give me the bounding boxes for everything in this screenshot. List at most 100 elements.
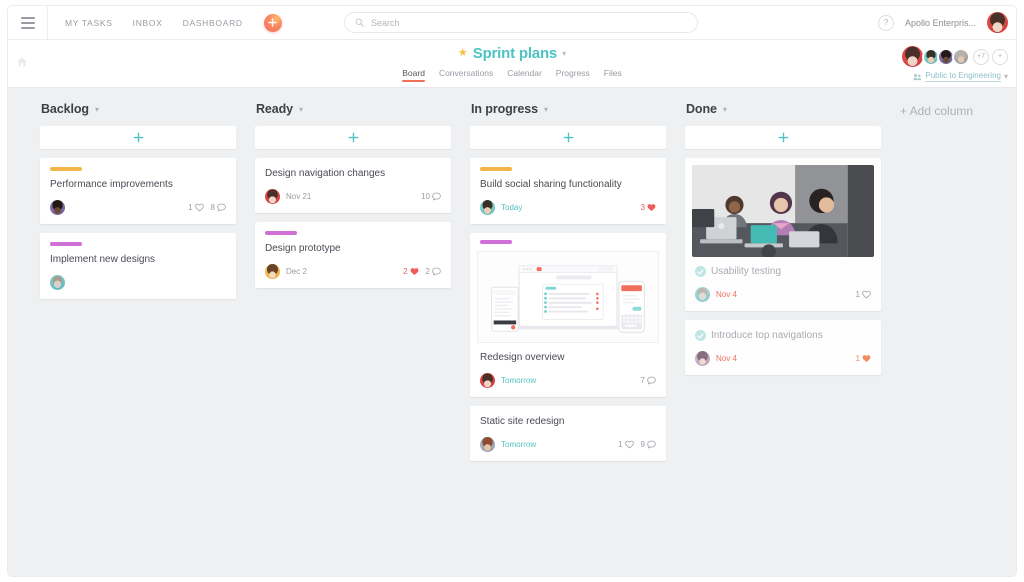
team-photo-thumbnail	[692, 165, 874, 257]
tab-files[interactable]: Files	[604, 68, 622, 82]
current-user-avatar[interactable]	[987, 12, 1008, 33]
search-box[interactable]	[344, 12, 698, 33]
card-footer	[50, 275, 226, 290]
card-title: Implement new designs	[50, 253, 226, 266]
card-assignee-group: Today	[480, 200, 522, 215]
column-header[interactable]: Done ▾	[685, 102, 881, 116]
card-metric[interactable]: 3	[641, 203, 656, 212]
column-header[interactable]: Ready ▾	[255, 102, 451, 116]
tab-calendar[interactable]: Calendar	[507, 68, 542, 82]
card-label-bar	[50, 167, 82, 171]
member-overflow-count[interactable]: +7	[973, 48, 989, 65]
project-privacy-setting[interactable]: Public to Engineering ▾	[913, 71, 1008, 82]
people-icon	[913, 73, 922, 80]
chevron-down-icon[interactable]: ▾	[544, 105, 548, 114]
column-header[interactable]: In progress ▾	[470, 102, 666, 116]
metric-count: 1	[188, 203, 193, 212]
task-card[interactable]: Performance improvements 1 8	[40, 158, 236, 224]
task-card[interactable]: Build social sharing functionality Today 3	[470, 158, 666, 224]
card-metric[interactable]: 9	[641, 440, 656, 449]
card-title: Performance improvements	[50, 178, 226, 191]
card-metric[interactable]: 1	[856, 354, 871, 363]
nav-my-tasks[interactable]: MY TASKS	[65, 18, 113, 28]
add-card-button[interactable]	[40, 126, 236, 149]
card-metric[interactable]: 1	[856, 290, 871, 299]
card-title-text: Usability testing	[711, 266, 782, 277]
task-card[interactable]: Design prototype Dec 2 22	[255, 222, 451, 288]
tab-board[interactable]: Board	[402, 68, 425, 82]
heart-outline-icon	[194, 203, 204, 212]
card-metric[interactable]: 8	[211, 203, 226, 212]
due-date[interactable]: Nov 21	[286, 192, 311, 201]
assignee-avatar[interactable]	[50, 200, 65, 215]
column-title: Done	[686, 102, 717, 116]
plus-icon	[268, 18, 277, 27]
card-title-text: Implement new designs	[50, 254, 156, 265]
task-card[interactable]: Static site redesign Tomorrow 1 9	[470, 406, 666, 461]
card-metric[interactable]: 1	[618, 440, 634, 449]
heart-outline-icon	[862, 290, 871, 299]
task-card[interactable]: Introduce top navigations Nov 4 1	[685, 320, 881, 375]
search-input[interactable]	[371, 17, 687, 28]
kanban-board: Backlog ▾ Performance improvements 1 8 Implem…	[8, 88, 1016, 576]
assignee-avatar[interactable]	[265, 189, 280, 204]
card-metrics: 1	[856, 290, 871, 299]
card-metric[interactable]: 10	[421, 192, 441, 201]
help-button[interactable]: ?	[877, 14, 894, 31]
card-metrics: 18	[188, 203, 226, 212]
tab-conversations[interactable]: Conversations	[439, 68, 493, 82]
plus-icon	[348, 132, 358, 143]
card-metric[interactable]: 2	[403, 267, 418, 276]
tab-progress[interactable]: Progress	[556, 68, 590, 82]
task-card[interactable]: Design navigation changes Nov 21 10	[255, 158, 451, 213]
assignee-avatar[interactable]	[50, 275, 65, 290]
column-header[interactable]: Backlog ▾	[40, 102, 236, 116]
chevron-down-icon[interactable]: ▾	[723, 105, 727, 114]
add-member-button[interactable]: +	[992, 48, 1008, 65]
due-date[interactable]: Tomorrow	[501, 376, 536, 385]
quick-add-button[interactable]	[263, 13, 282, 32]
due-date[interactable]: Tomorrow	[501, 440, 536, 449]
member-avatar[interactable]	[952, 47, 970, 66]
nav-inbox[interactable]: INBOX	[133, 18, 163, 28]
star-icon[interactable]: ★	[458, 48, 468, 59]
task-card[interactable]: Implement new designs	[40, 233, 236, 299]
task-card[interactable]: Redesign overview Tomorrow 7	[470, 233, 666, 397]
assignee-avatar[interactable]	[695, 287, 710, 302]
metric-count: 7	[640, 376, 645, 385]
nav-dashboard[interactable]: DASHBOARD	[183, 18, 243, 28]
task-card[interactable]: Usability testing Nov 4 1	[685, 158, 881, 311]
home-icon[interactable]	[16, 56, 28, 68]
chevron-down-icon[interactable]: ▾	[299, 105, 303, 114]
due-date[interactable]: Nov 4	[716, 290, 737, 299]
completed-check-icon	[695, 266, 706, 277]
card-title-text: Static site redesign	[480, 416, 565, 427]
card-metrics: 7	[641, 376, 656, 385]
add-column-button[interactable]: + Add column	[900, 102, 973, 576]
card-title-text: Introduce top navigations	[711, 330, 823, 341]
add-card-button[interactable]	[255, 126, 451, 149]
organization-name[interactable]: Apollo Enterpris...	[905, 18, 976, 28]
card-title: Design prototype	[265, 242, 441, 255]
due-date[interactable]: Dec 2	[286, 267, 307, 276]
card-metric[interactable]: 1	[188, 203, 204, 212]
chevron-down-icon[interactable]: ▾	[562, 49, 566, 58]
card-assignee-group: Nov 4	[695, 351, 737, 366]
add-card-button[interactable]	[685, 126, 881, 149]
board-column: Backlog ▾ Performance improvements 1 8 Implem…	[40, 102, 236, 576]
chevron-down-icon[interactable]: ▾	[95, 105, 99, 114]
assignee-avatar[interactable]	[480, 200, 495, 215]
assignee-avatar[interactable]	[480, 437, 495, 452]
card-metrics: 22	[403, 267, 441, 276]
card-title-text: Build social sharing functionality	[480, 179, 622, 190]
assignee-avatar[interactable]	[480, 373, 495, 388]
assignee-avatar[interactable]	[265, 264, 280, 279]
card-metric[interactable]: 2	[426, 267, 441, 276]
page-title[interactable]: Sprint plans	[473, 45, 557, 62]
assignee-avatar[interactable]	[695, 351, 710, 366]
hamburger-menu-icon[interactable]	[8, 6, 48, 39]
due-date[interactable]: Nov 4	[716, 354, 737, 363]
due-date[interactable]: Today	[501, 203, 522, 212]
card-metric[interactable]: 7	[641, 376, 656, 385]
add-card-button[interactable]	[470, 126, 666, 149]
